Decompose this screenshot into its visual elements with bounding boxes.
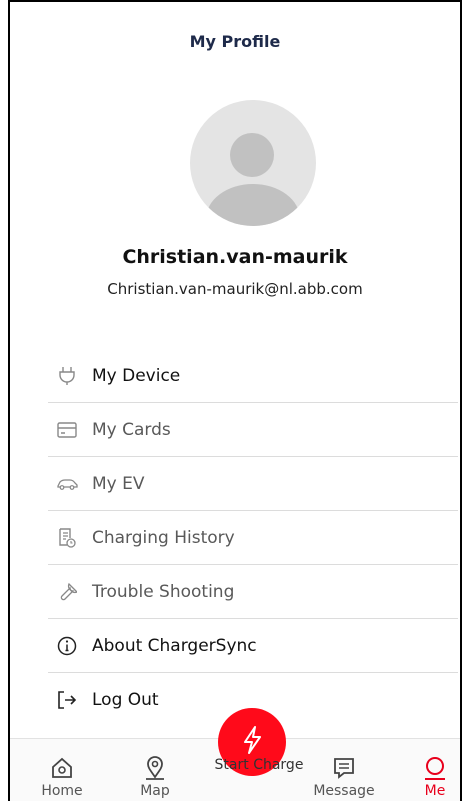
tab-label: Me [424,783,446,799]
menu-item-about[interactable]: About ChargerSync [48,619,458,673]
menu-item-my-ev[interactable]: My EV [48,457,458,511]
profile-menu: My Device My Cards My EV Charging Histor… [48,349,458,727]
user-email: Christian.van-maurik@nl.abb.com [107,280,363,298]
tab-message[interactable]: Message [304,739,384,801]
map-pin-icon [142,755,168,781]
menu-item-label: My EV [92,473,145,494]
plug-icon [56,365,78,387]
user-name: Christian.van-maurik [122,246,348,268]
avatar[interactable] [190,100,316,226]
menu-item-label: My Cards [92,419,171,440]
tab-me[interactable]: Me [395,739,460,801]
tab-label: Message [313,783,375,799]
history-icon [56,527,78,549]
menu-item-label: Trouble Shooting [92,581,235,602]
menu-item-label: About ChargerSync [92,635,257,656]
home-icon [49,755,75,781]
lightning-icon [240,725,264,759]
menu-item-my-cards[interactable]: My Cards [48,403,458,457]
tab-label: Home [41,783,83,799]
menu-item-trouble-shooting[interactable]: Trouble Shooting [48,565,458,619]
screen: My Profile Christian.van-maurik Christia… [8,0,462,801]
car-icon [56,473,78,495]
wrench-icon [56,581,78,603]
menu-item-my-device[interactable]: My Device [48,349,458,403]
tab-map[interactable]: Map [115,739,195,801]
tab-label: Map [140,783,170,799]
tab-home[interactable]: Home [22,739,102,801]
menu-item-label: Charging History [92,527,235,548]
avatar-body [206,184,300,226]
me-icon [422,755,448,781]
start-charge-label: Start Charge [214,757,304,773]
info-icon [56,635,78,657]
menu-item-label: Log Out [92,690,159,710]
menu-item-charging-history[interactable]: Charging History [48,511,458,565]
avatar-head [230,133,274,177]
page-title: My Profile [189,32,281,51]
card-icon [56,419,78,441]
menu-item-label: My Device [92,365,181,386]
message-icon [331,755,357,781]
logout-icon [56,689,78,711]
